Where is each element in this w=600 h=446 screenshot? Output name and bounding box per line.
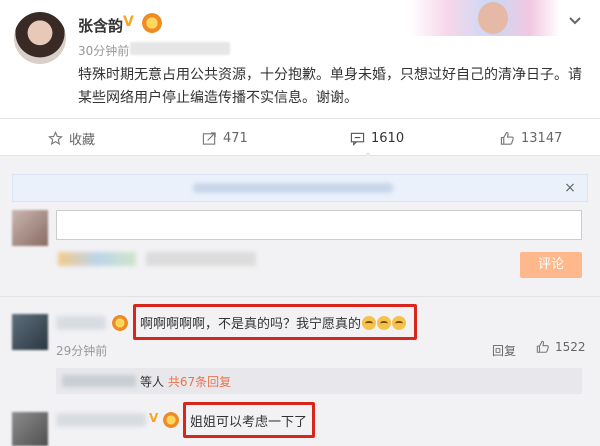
author-name[interactable]: 张含韵: [78, 15, 123, 36]
comment-like-count: 1522: [555, 340, 586, 354]
commenter-avatar[interactable]: [12, 412, 48, 446]
comment-text: 姐姐可以考虑一下了: [190, 415, 308, 430]
author-avatar[interactable]: [14, 12, 66, 64]
divider: [0, 296, 600, 297]
notice-bar: ×: [12, 174, 588, 202]
blurred-notice: [193, 183, 393, 193]
comment-button[interactable]: 1610: [350, 119, 404, 157]
weibo-post: 张含韵 V 30分钟前 特殊时期无意占用公共资源，十分抱歉。单身未婚，只想过好自…: [0, 0, 600, 446]
crying-emoji-icon: [392, 316, 407, 330]
like-count: 13147: [521, 130, 563, 146]
thumbs-up-icon: [500, 131, 514, 145]
blurred-source: [130, 42, 230, 55]
reply-summary-text: 等人 共67条回复: [140, 373, 231, 390]
comment-like-button[interactable]: 1522: [536, 340, 586, 354]
commenter-name[interactable]: [56, 413, 146, 427]
emoji-toolbar[interactable]: [58, 252, 136, 266]
comment-count: 1610: [371, 130, 405, 146]
action-bar: 收藏 471 1610 13147: [0, 118, 600, 156]
reply-summary[interactable]: 等人 共67条回复: [56, 368, 582, 394]
decorative-banner: [410, 0, 560, 36]
crying-emoji-icon: [377, 316, 392, 330]
favorite-label: 收藏: [69, 132, 96, 148]
commenter-name[interactable]: [56, 316, 106, 330]
favorite-button[interactable]: 收藏: [48, 119, 95, 157]
medal-icon: [142, 13, 162, 33]
crying-emoji-icon: [362, 316, 377, 330]
comment-text-content: 啊啊啊啊啊，不是真的吗？我宁愿真的: [140, 317, 362, 332]
blurred-options: [146, 252, 256, 266]
commenter-avatar[interactable]: [12, 314, 48, 350]
reply-button[interactable]: 回复: [492, 342, 516, 359]
my-avatar: [12, 210, 48, 246]
star-icon: [48, 130, 63, 145]
blurred-reply-users: [62, 375, 136, 387]
comment-icon: [350, 132, 365, 146]
share-icon: [202, 131, 216, 145]
comment-section: × 评论 啊啊啊啊啊，不是真的吗？我宁愿真的 29分钟前 回复 1522 等人 …: [0, 156, 600, 446]
medal-icon: [163, 412, 179, 428]
chevron-down-icon[interactable]: [566, 12, 584, 30]
vip-badge-icon: V: [123, 14, 134, 30]
medal-icon: [112, 315, 128, 331]
share-count: 471: [223, 130, 248, 146]
comment-input[interactable]: [56, 210, 582, 240]
thumbs-up-icon: [536, 340, 549, 353]
view-replies-link[interactable]: 共67条回复: [168, 375, 231, 389]
comment-text: 啊啊啊啊啊，不是真的吗？我宁愿真的: [140, 313, 407, 332]
comment-time: 29分钟前: [56, 344, 108, 358]
post-text: 特殊时期无意占用公共资源，十分抱歉。单身未婚，只想过好自己的清净日子。请某些网络…: [78, 67, 582, 106]
vip-badge-icon: V: [149, 411, 159, 425]
close-icon[interactable]: ×: [561, 179, 579, 197]
submit-comment-button[interactable]: 评论: [520, 252, 582, 278]
post-time[interactable]: 30分钟前: [78, 42, 129, 59]
like-button[interactable]: 13147: [500, 119, 562, 157]
banner-portrait: [478, 2, 508, 34]
reply-summary-prefix: 等人: [140, 375, 165, 389]
share-button[interactable]: 471: [202, 119, 248, 157]
